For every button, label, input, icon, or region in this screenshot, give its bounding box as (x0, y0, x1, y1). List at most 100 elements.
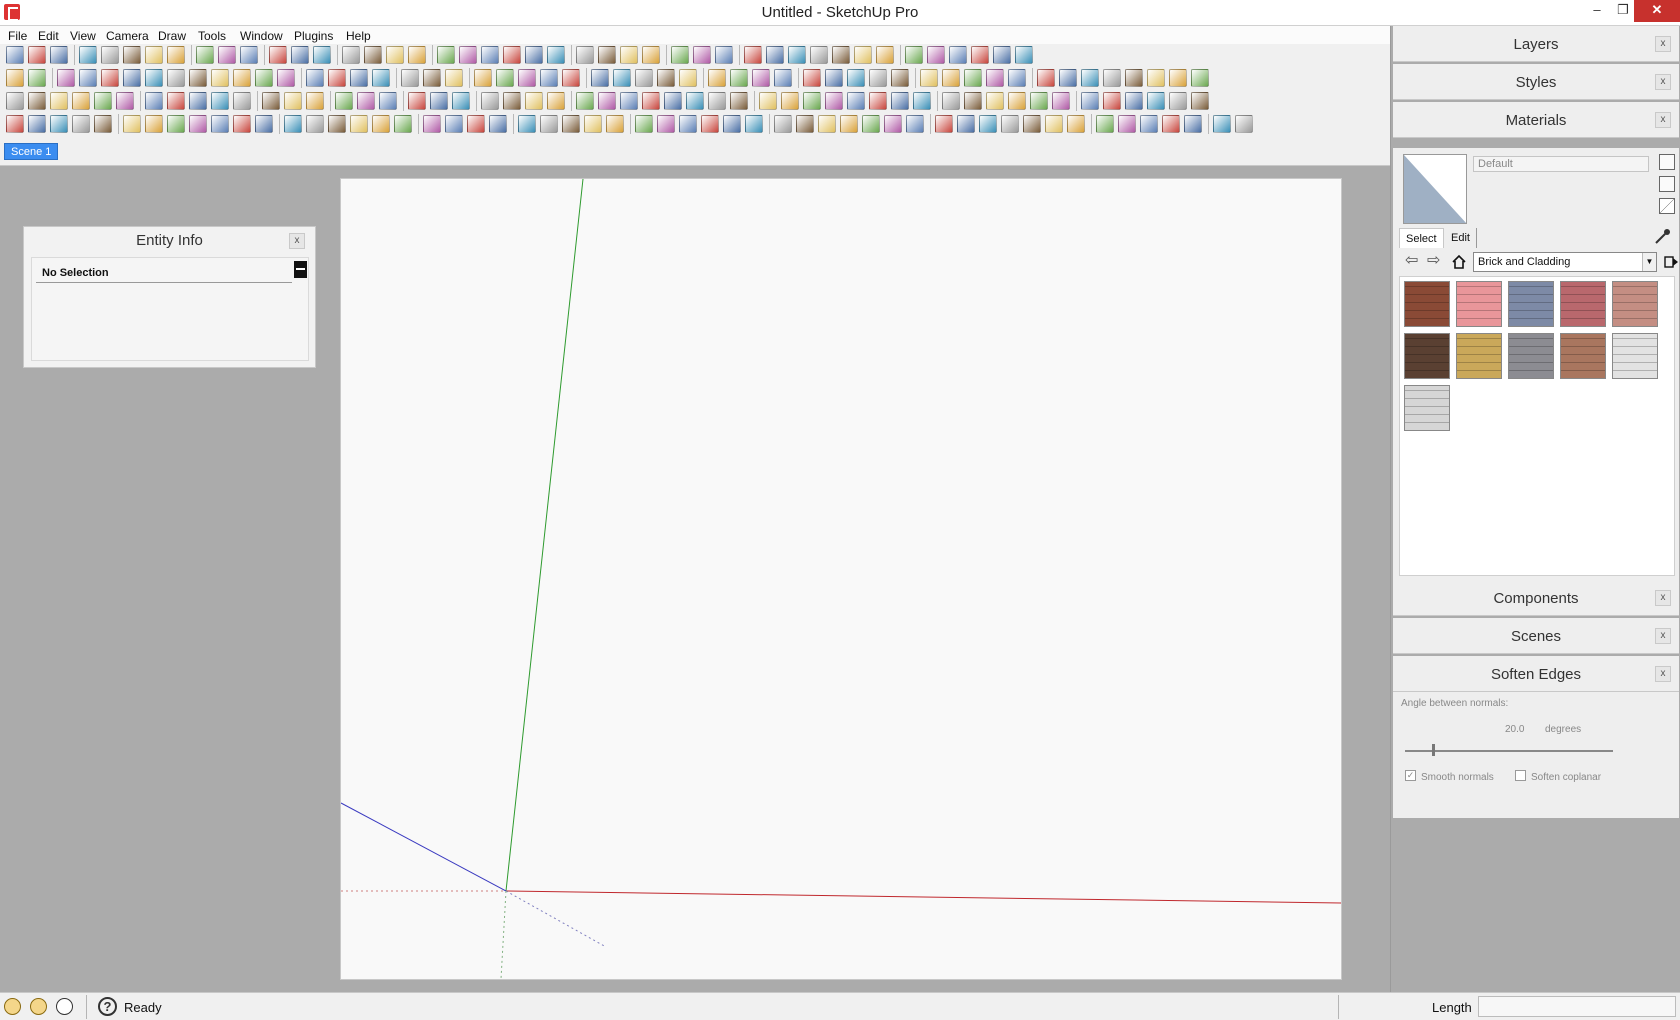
toolbar-tool-icon[interactable] (774, 69, 792, 87)
angle-slider-thumb[interactable] (1432, 744, 1436, 756)
toolbar-tool-icon[interactable] (803, 69, 821, 87)
material-swatch[interactable] (1404, 385, 1450, 431)
toolbar-tool-icon[interactable] (971, 46, 989, 64)
menu-camera[interactable]: Camera (106, 29, 149, 43)
toolbar-tool-icon[interactable] (693, 46, 711, 64)
toolbar-tool-icon[interactable] (884, 115, 902, 133)
toolbar-tool-icon[interactable] (796, 115, 814, 133)
details-arrow-icon[interactable] (1663, 254, 1679, 270)
components-panel-header[interactable]: Components x (1393, 580, 1679, 616)
toolbar-tool-icon[interactable] (730, 69, 748, 87)
toolbar-tool-icon[interactable] (342, 46, 360, 64)
layers-panel-header[interactable]: Layers x (1393, 26, 1679, 62)
toolbar-tool-icon[interactable] (503, 46, 521, 64)
sample-paint-icon[interactable] (1653, 228, 1671, 246)
toolbar-tool-icon[interactable] (1125, 69, 1143, 87)
materials-close-button[interactable]: x (1655, 112, 1671, 128)
toolbar-tool-icon[interactable] (657, 69, 675, 87)
toolbar-tool-icon[interactable] (123, 69, 141, 87)
menu-window[interactable]: Window (240, 29, 283, 43)
toolbar-tool-icon[interactable] (116, 92, 134, 110)
toolbar-tool-icon[interactable] (744, 46, 762, 64)
toolbar-tool-icon[interactable] (328, 115, 346, 133)
menu-edit[interactable]: Edit (38, 29, 59, 43)
layers-close-button[interactable]: x (1655, 36, 1671, 52)
toolbar-tool-icon[interactable] (386, 46, 404, 64)
toolbar-tool-icon[interactable] (28, 69, 46, 87)
toolbar-tool-icon[interactable] (255, 69, 273, 87)
toolbar-tool-icon[interactable] (635, 69, 653, 87)
toolbar-tool-icon[interactable] (189, 115, 207, 133)
toolbar-tool-icon[interactable] (1023, 115, 1041, 133)
toolbar-tool-icon[interactable] (50, 115, 68, 133)
toolbar-tool-icon[interactable] (28, 92, 46, 110)
toolbar-tool-icon[interactable] (394, 115, 412, 133)
toolbar-tool-icon[interactable] (145, 69, 163, 87)
toolbar-tool-icon[interactable] (1213, 115, 1231, 133)
toolbar-tool-icon[interactable] (496, 69, 514, 87)
toolbar-tool-icon[interactable] (1052, 92, 1070, 110)
material-swatch[interactable] (1456, 281, 1502, 327)
toolbar-tool-icon[interactable] (1067, 115, 1085, 133)
toolbar-tool-icon[interactable] (518, 115, 536, 133)
soften-edges-close-button[interactable]: x (1655, 666, 1671, 682)
toolbar-tool-icon[interactable] (598, 46, 616, 64)
toolbar-tool-icon[interactable] (423, 69, 441, 87)
toolbar-tool-icon[interactable] (1191, 92, 1209, 110)
scenes-close-button[interactable]: x (1655, 628, 1671, 644)
toolbar-tool-icon[interactable] (401, 69, 419, 87)
toolbar-tool-icon[interactable] (562, 115, 580, 133)
toolbar-tool-icon[interactable] (1191, 69, 1209, 87)
toolbar-tool-icon[interactable] (1008, 69, 1026, 87)
material-swatch[interactable] (1560, 333, 1606, 379)
toolbar-tool-icon[interactable] (291, 46, 309, 64)
toolbar-tool-icon[interactable] (123, 46, 141, 64)
toolbar-tool-icon[interactable] (686, 92, 704, 110)
toolbar-tool-icon[interactable] (913, 92, 931, 110)
toolbar-tool-icon[interactable] (635, 115, 653, 133)
toolbar-tool-icon[interactable] (1037, 69, 1055, 87)
toolbar-tool-icon[interactable] (906, 115, 924, 133)
toolbar-tool-icon[interactable] (233, 115, 251, 133)
menu-file[interactable]: File (8, 29, 27, 43)
toolbar-tool-icon[interactable] (1147, 69, 1165, 87)
toolbar-tool-icon[interactable] (525, 46, 543, 64)
toolbar-tool-icon[interactable] (28, 46, 46, 64)
toolbar-tool-icon[interactable] (72, 92, 90, 110)
toolbar-tool-icon[interactable] (240, 46, 258, 64)
toolbar-tool-icon[interactable] (803, 92, 821, 110)
toolbar-tool-icon[interactable] (277, 69, 295, 87)
toolbar-tool-icon[interactable] (810, 46, 828, 64)
toolbar-tool-icon[interactable] (379, 92, 397, 110)
toolbar-tool-icon[interactable] (196, 46, 214, 64)
toolbar-tool-icon[interactable] (284, 92, 302, 110)
toolbar-tool-icon[interactable] (167, 92, 185, 110)
toolbar-tool-icon[interactable] (1059, 69, 1077, 87)
toolbar-tool-icon[interactable] (145, 115, 163, 133)
toolbar-tool-icon[interactable] (284, 115, 302, 133)
toolbar-tool-icon[interactable] (6, 69, 24, 87)
toolbar-tool-icon[interactable] (518, 69, 536, 87)
toolbar-tool-icon[interactable] (445, 69, 463, 87)
toolbar-tool-icon[interactable] (372, 115, 390, 133)
toolbar-tool-icon[interactable] (72, 115, 90, 133)
toolbar-tool-icon[interactable] (964, 69, 982, 87)
menu-draw[interactable]: Draw (158, 29, 186, 43)
toolbar-tool-icon[interactable] (642, 92, 660, 110)
toolbar-tool-icon[interactable] (525, 92, 543, 110)
toolbar-tool-icon[interactable] (1235, 115, 1253, 133)
toolbar-tool-icon[interactable] (540, 115, 558, 133)
toolbar-tool-icon[interactable] (28, 115, 46, 133)
toolbar-tool-icon[interactable] (335, 92, 353, 110)
toolbar-tool-icon[interactable] (306, 69, 324, 87)
toolbar-tool-icon[interactable] (745, 115, 763, 133)
toolbar-tool-icon[interactable] (679, 115, 697, 133)
scene-tab[interactable]: Scene 1 (4, 143, 59, 160)
angle-slider-track[interactable] (1405, 750, 1613, 752)
toolbar-tool-icon[interactable] (430, 92, 448, 110)
tab-edit[interactable]: Edit (1445, 228, 1477, 248)
toolbar-tool-icon[interactable] (350, 115, 368, 133)
toolbar-tool-icon[interactable] (964, 92, 982, 110)
toolbar-tool-icon[interactable] (218, 46, 236, 64)
material-swatch[interactable] (1456, 333, 1502, 379)
